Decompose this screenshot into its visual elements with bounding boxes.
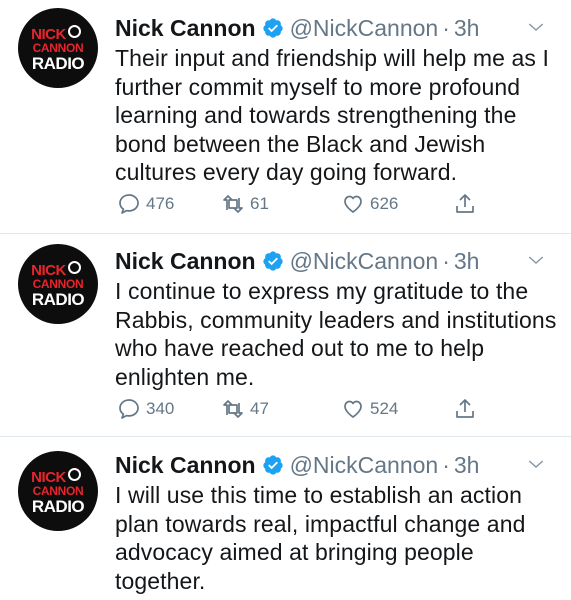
timestamp[interactable]: 3h: [454, 452, 480, 479]
author-handle[interactable]: @NickCannon: [290, 248, 439, 275]
author-handle[interactable]: @NickCannon: [290, 15, 439, 42]
chevron-down-icon[interactable]: [527, 18, 545, 36]
author-name[interactable]: Nick Cannon: [115, 452, 256, 479]
like-count: 626: [370, 194, 399, 213]
retweet-count: 61: [250, 194, 269, 213]
chevron-down-icon[interactable]: [527, 251, 545, 269]
share-button[interactable]: [453, 397, 482, 421]
tweet-text: I continue to express my gratitude to th…: [115, 278, 557, 390]
avatar[interactable]: NICK CANNON RADIO: [18, 451, 98, 531]
reply-icon: [119, 399, 139, 419]
avatar-text-line2: CANNON: [32, 483, 84, 498]
avatar-text-line3: RADIO: [31, 289, 85, 309]
retweet-icon: [223, 400, 243, 418]
microphone-icon: [67, 24, 81, 38]
avatar[interactable]: NICK CANNON RADIO: [18, 244, 98, 324]
like-button[interactable]: 626: [341, 192, 398, 216]
retweet-icon: [223, 195, 243, 213]
reply-count: 340: [146, 399, 175, 418]
avatar-text-line3: RADIO: [31, 496, 85, 516]
verified-badge-icon: [262, 455, 283, 475]
retweet-count: 47: [250, 399, 269, 418]
timestamp[interactable]: 3h: [454, 15, 480, 42]
retweet-button[interactable]: 61: [221, 192, 269, 216]
avatar[interactable]: NICK CANNON RADIO: [18, 8, 98, 88]
avatar-text-line1: NICK: [31, 25, 66, 43]
tweet-header: Nick Cannon @NickCannon · 3h: [115, 245, 551, 277]
avatar-text-line3: RADIO: [31, 53, 85, 73]
separator-dot: ·: [442, 14, 450, 41]
verified-badge-icon: [262, 18, 283, 38]
microphone-icon: [67, 260, 81, 274]
reply-icon: [119, 194, 139, 214]
author-name[interactable]: Nick Cannon: [115, 248, 256, 275]
verified-badge-icon: [262, 251, 283, 271]
reply-count: 476: [146, 194, 175, 213]
like-count: 524: [370, 399, 399, 418]
tweet-text: I will use this time to establish an act…: [115, 482, 526, 594]
share-button[interactable]: [453, 192, 482, 216]
tweet-header: Nick Cannon @NickCannon · 3h: [115, 449, 551, 481]
tweet[interactable]: NICK CANNON RADIO Nick Cannon @NickCanno…: [0, 234, 571, 437]
retweet-button[interactable]: 47: [221, 397, 269, 421]
timestamp[interactable]: 3h: [454, 248, 480, 275]
tweet[interactable]: NICK CANNON RADIO Nick Cannon @NickCanno…: [0, 0, 571, 234]
heart-icon: [344, 400, 362, 418]
tweet-text: Their input and friendship will help me …: [115, 45, 549, 185]
reply-button[interactable]: 476: [117, 192, 174, 216]
share-icon: [456, 399, 474, 418]
avatar-text-line1: NICK: [31, 468, 66, 486]
tweet-actions: 340 47 524: [117, 397, 487, 425]
heart-icon: [344, 195, 362, 213]
reply-button[interactable]: 340: [117, 397, 174, 421]
author-name[interactable]: Nick Cannon: [115, 15, 256, 42]
avatar-text-line2: CANNON: [32, 40, 84, 55]
share-icon: [456, 194, 474, 213]
tweet-header: Nick Cannon @NickCannon · 3h: [115, 12, 551, 44]
tweet[interactable]: NICK CANNON RADIO Nick Cannon @NickCanno…: [0, 437, 571, 600]
tweet-actions: 476 61 626: [117, 192, 487, 220]
microphone-icon: [67, 467, 81, 481]
separator-dot: ·: [442, 247, 450, 274]
separator-dot: ·: [442, 451, 450, 478]
avatar-text-line2: CANNON: [32, 276, 84, 291]
author-handle[interactable]: @NickCannon: [290, 452, 439, 479]
chevron-down-icon[interactable]: [527, 455, 545, 473]
avatar-text-line1: NICK: [31, 261, 66, 279]
like-button[interactable]: 524: [341, 397, 398, 421]
